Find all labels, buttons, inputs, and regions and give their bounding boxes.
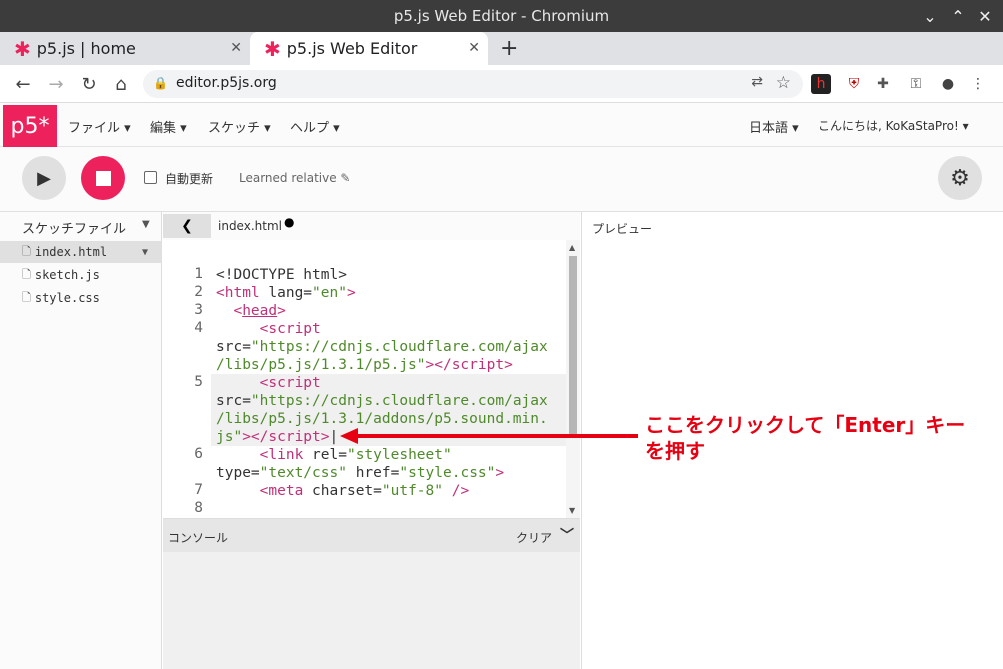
code-line[interactable]: <head> bbox=[216, 302, 285, 320]
home-icon[interactable]: ⌂ bbox=[108, 71, 134, 97]
sketch-toolbar: ▶ 自動更新 Learned relative ✎ ⚙ bbox=[0, 147, 1003, 212]
console-panel: コンソール クリア ﹀ bbox=[163, 518, 580, 669]
console-label: コンソール bbox=[168, 531, 229, 545]
sidebar-title: スケッチファイル bbox=[22, 222, 127, 237]
gear-icon: ⚙ bbox=[950, 165, 970, 191]
scrollbar-thumb[interactable] bbox=[569, 256, 577, 436]
project-name[interactable]: Learned relative ✎ bbox=[239, 171, 351, 185]
user-menu[interactable]: こんにちは, KoKaStaPro! ▾ bbox=[818, 117, 969, 134]
browser-toolbar: ← → ↻ ⌂ 🔒 editor.p5js.org ⇄ ☆ h ⛨ ✚ ⚿ ● … bbox=[0, 65, 1003, 103]
file-item-index[interactable]: 🗋 index.html ▼ bbox=[0, 241, 162, 263]
code-editor[interactable]: 1 2 3 4 5 6 7 8 <!DOCTYPE html> <html la… bbox=[163, 240, 580, 518]
profile-icon[interactable]: ● bbox=[936, 72, 960, 96]
annotation-arrow bbox=[340, 428, 638, 444]
preview-label: プレビュー bbox=[592, 222, 653, 236]
file-item-style[interactable]: 🗋 style.css bbox=[0, 287, 162, 309]
line-number: 6 bbox=[194, 446, 203, 462]
browser-menu-icon[interactable]: ⋮ bbox=[966, 72, 990, 96]
auto-refresh-label: 自動更新 bbox=[165, 172, 214, 186]
unsaved-indicator: ● bbox=[284, 215, 295, 229]
line-number: 3 bbox=[194, 302, 203, 318]
tab-label: p5.js Web Editor bbox=[286, 39, 418, 58]
code-line[interactable]: <html lang="en"> bbox=[216, 284, 356, 302]
language-select[interactable]: 日本語 ▾ bbox=[749, 117, 799, 136]
menu-edit[interactable]: 編集 ▾ bbox=[150, 117, 187, 136]
line-number: 2 bbox=[194, 284, 203, 300]
extensions-puzzle-icon[interactable]: ✚ bbox=[871, 72, 895, 96]
reload-icon[interactable]: ↻ bbox=[76, 71, 102, 97]
close-tab-icon[interactable]: ✕ bbox=[468, 40, 480, 56]
console-header: コンソール クリア ﹀ bbox=[163, 519, 580, 552]
p5-favicon-icon: ✱ bbox=[264, 36, 281, 61]
annotation-line-1: ここをクリックして「Enter」キー bbox=[645, 413, 966, 437]
tab-label: p5.js | home bbox=[36, 39, 136, 58]
line-number: 5 bbox=[194, 374, 203, 390]
new-tab-button[interactable]: + bbox=[500, 36, 518, 61]
file-options-icon[interactable]: ▼ bbox=[142, 247, 148, 258]
tab-home[interactable]: ✱ p5.js | home ✕ bbox=[0, 32, 250, 65]
file-item-sketch[interactable]: 🗋 sketch.js bbox=[0, 264, 162, 286]
play-button[interactable]: ▶ bbox=[22, 156, 66, 200]
code-line[interactable]: <link rel="stylesheet" type="text/css" h… bbox=[216, 446, 504, 482]
lock-icon: 🔒 bbox=[153, 76, 168, 90]
auto-refresh-checkbox[interactable] bbox=[144, 171, 157, 184]
code-line[interactable]: <meta charset="utf-8" /> bbox=[216, 482, 470, 500]
window-titlebar: p5.js Web Editor - Chromium ⌄ ⌃ ✕ bbox=[0, 0, 1003, 32]
settings-button[interactable]: ⚙ bbox=[938, 156, 982, 200]
close-tab-icon[interactable]: ✕ bbox=[230, 40, 242, 56]
menu-file[interactable]: ファイル ▾ bbox=[68, 117, 131, 136]
bookmark-star-icon[interactable]: ☆ bbox=[776, 73, 791, 93]
p5-favicon-icon: ✱ bbox=[14, 36, 31, 61]
line-number: 7 bbox=[194, 482, 203, 498]
line-gutter: 1 2 3 4 5 6 7 8 bbox=[163, 240, 211, 518]
back-icon[interactable]: ← bbox=[10, 71, 36, 97]
file-icon: 🗋 bbox=[22, 267, 31, 281]
line-number: 1 bbox=[194, 266, 203, 282]
window-title: p5.js Web Editor - Chromium bbox=[393, 7, 610, 25]
chevron-left-icon: ❮ bbox=[181, 218, 193, 234]
file-name: style.css bbox=[34, 291, 100, 305]
file-icon: 🗋 bbox=[22, 244, 31, 258]
forward-icon[interactable]: → bbox=[43, 71, 69, 97]
code-line[interactable]: <script src="https://cdnjs.cloudflare.co… bbox=[216, 320, 548, 374]
extension-h-icon[interactable]: h bbox=[811, 74, 831, 94]
file-icon: 🗋 bbox=[22, 290, 31, 304]
chevron-down-icon[interactable]: ﹀ bbox=[560, 525, 574, 545]
collapse-sidebar-button[interactable]: ❮ bbox=[163, 214, 211, 238]
editor-scrollbar[interactable]: ▲ ▼ bbox=[566, 240, 580, 518]
annotation-line-2: を押す bbox=[645, 439, 705, 463]
translate-icon[interactable]: ⇄ bbox=[751, 74, 763, 90]
tab-editor[interactable]: ✱ p5.js Web Editor ✕ bbox=[250, 32, 488, 65]
maximize-icon[interactable]: ⌃ bbox=[946, 4, 970, 28]
p5-navbar: p5* ファイル ▾ 編集 ▾ スケッチ ▾ ヘルプ ▾ 日本語 ▾ こんにちは… bbox=[0, 103, 1003, 147]
editor-header: ❮ index.html ● bbox=[163, 212, 580, 240]
console-clear-button[interactable]: クリア bbox=[516, 529, 552, 546]
close-window-icon[interactable]: ✕ bbox=[973, 4, 997, 28]
address-bar[interactable]: 🔒 editor.p5js.org ⇄ ☆ bbox=[143, 70, 803, 98]
line-number: 8 bbox=[194, 500, 203, 516]
sidebar-menu-icon[interactable]: ▼ bbox=[142, 219, 150, 230]
stop-icon bbox=[95, 170, 111, 186]
file-name: sketch.js bbox=[34, 268, 100, 282]
ublock-icon[interactable]: ⛨ bbox=[842, 72, 866, 96]
editor-filename: index.html bbox=[218, 219, 282, 233]
line-number: 4 bbox=[194, 320, 203, 336]
annotation-text: ここをクリックして「Enter」キー を押す bbox=[645, 412, 995, 464]
code-line[interactable]: <!DOCTYPE html> bbox=[216, 266, 347, 284]
scroll-down-icon[interactable]: ▼ bbox=[569, 506, 575, 515]
p5-logo[interactable]: p5* bbox=[3, 105, 57, 147]
scroll-up-icon[interactable]: ▲ bbox=[569, 243, 575, 252]
file-name: index.html bbox=[34, 245, 108, 259]
minimize-icon[interactable]: ⌄ bbox=[918, 4, 942, 28]
key-icon[interactable]: ⚿ bbox=[904, 72, 928, 96]
url-text[interactable]: editor.p5js.org bbox=[176, 75, 277, 91]
menu-sketch[interactable]: スケッチ ▾ bbox=[208, 117, 271, 136]
play-icon: ▶ bbox=[37, 167, 51, 189]
menu-help[interactable]: ヘルプ ▾ bbox=[290, 117, 340, 136]
file-sidebar: スケッチファイル ▼ 🗋 index.html ▼ 🗋 sketch.js 🗋 … bbox=[0, 212, 162, 669]
stop-button[interactable] bbox=[81, 156, 125, 200]
